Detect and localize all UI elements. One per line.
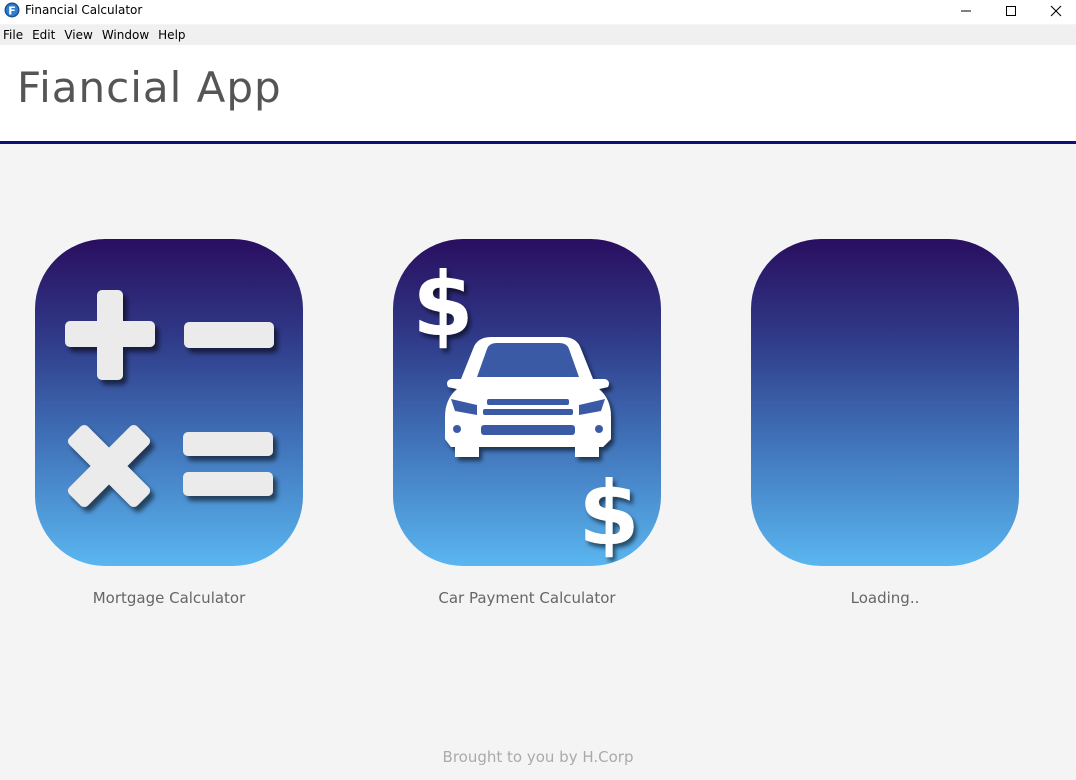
mortgage-calculator-card[interactable]: Mortgage Calculator: [34, 239, 304, 607]
car-payment-calculator-tile[interactable]: $ $: [393, 239, 661, 566]
footer-credit: Brought to you by H.Corp: [442, 748, 634, 766]
menu-view[interactable]: View: [62, 25, 98, 45]
app-logo-icon: F: [4, 2, 20, 18]
svg-text:$: $: [412, 253, 473, 356]
car-payment-calculator-card[interactable]: $ $ Car Payment Calculator: [392, 239, 662, 607]
page-title: Fiancial App: [17, 63, 282, 112]
menu-help[interactable]: Help: [156, 25, 191, 45]
calculator-operators-icon: [65, 290, 274, 508]
mortgage-calculator-tile[interactable]: [35, 239, 303, 566]
svg-text:$: $: [578, 462, 639, 565]
window-title: Financial Calculator: [25, 3, 143, 17]
maximize-button[interactable]: [988, 0, 1034, 22]
menu-file[interactable]: File: [1, 25, 29, 45]
title-bar[interactable]: F Financial Calculator: [0, 0, 1076, 24]
menu-window[interactable]: Window: [100, 25, 155, 45]
maximize-icon: [1006, 6, 1016, 16]
svg-text:F: F: [8, 5, 16, 18]
mortgage-calculator-label: Mortgage Calculator: [92, 589, 246, 607]
minimize-button[interactable]: [943, 0, 989, 22]
car-payment-calculator-label: Car Payment Calculator: [438, 589, 616, 607]
close-icon: [1050, 5, 1062, 17]
menu-bar: File Edit View Window Help: [0, 25, 1076, 45]
close-button[interactable]: [1033, 0, 1076, 22]
car-dollar-icon: $ $: [412, 253, 639, 565]
app-header: Fiancial App: [0, 45, 1076, 144]
menu-edit[interactable]: Edit: [30, 25, 61, 45]
minimize-icon: [961, 10, 971, 12]
loading-card[interactable]: Loading..: [750, 239, 1020, 607]
app-window: F Financial Calculator File Edit View Wi…: [0, 0, 1076, 780]
loading-tile[interactable]: [751, 239, 1019, 566]
loading-label: Loading..: [850, 589, 920, 607]
